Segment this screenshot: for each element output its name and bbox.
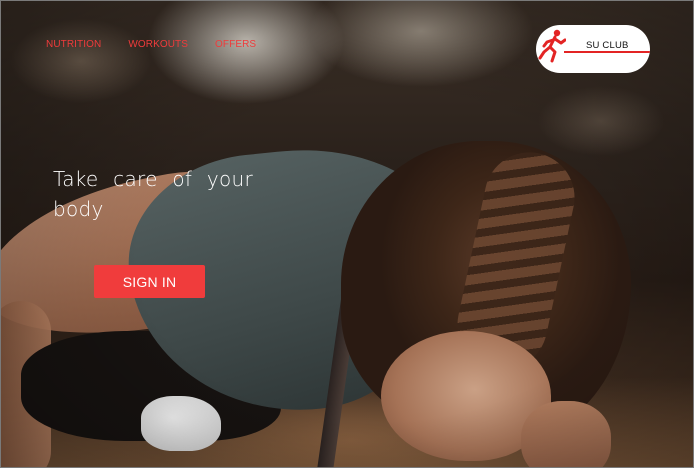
logo-underline xyxy=(564,51,650,53)
main-nav: NUTRITION WORKOUTS OFFERS xyxy=(46,39,256,50)
su-club-logo[interactable]: SU CLUB xyxy=(536,25,650,73)
hero-title: Take care of your body xyxy=(53,167,253,222)
nav-link-workouts[interactable]: WORKOUTS xyxy=(128,39,188,50)
nav-link-nutrition[interactable]: NUTRITION xyxy=(46,39,101,50)
nav-link-offers[interactable]: OFFERS xyxy=(215,39,256,50)
runner-icon xyxy=(538,29,566,63)
sign-in-button[interactable]: SIGN IN xyxy=(94,265,205,298)
landing-page: NUTRITION WORKOUTS OFFERS SU CLUB Take c… xyxy=(0,0,694,468)
logo-text: SU CLUB xyxy=(586,40,629,51)
